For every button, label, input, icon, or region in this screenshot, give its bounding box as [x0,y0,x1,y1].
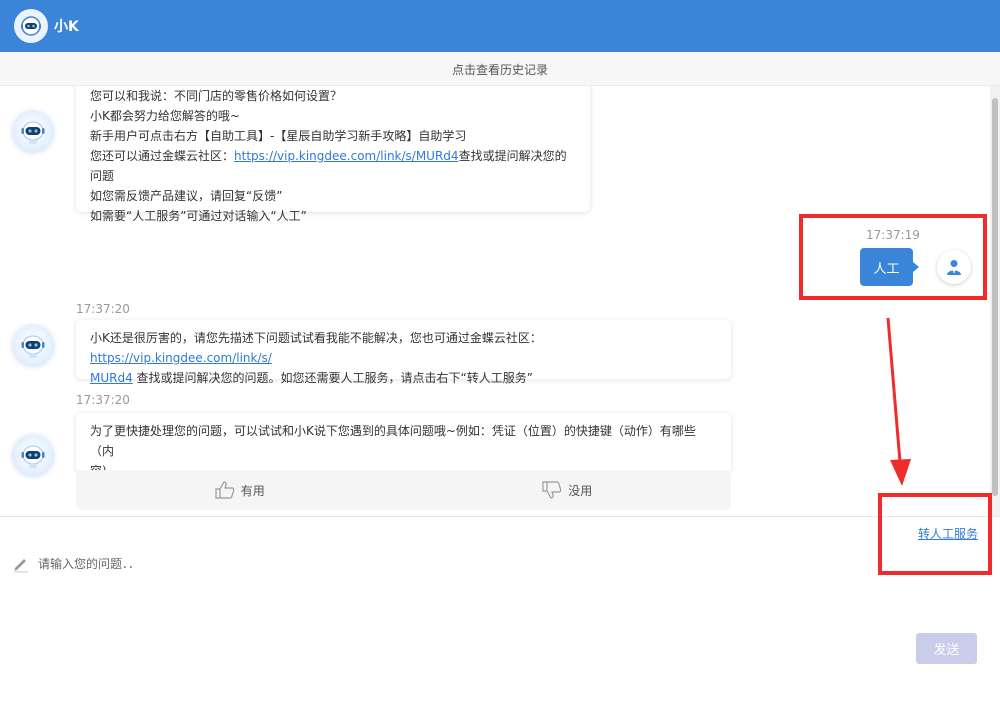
annotation-arrow-icon [886,317,911,486]
